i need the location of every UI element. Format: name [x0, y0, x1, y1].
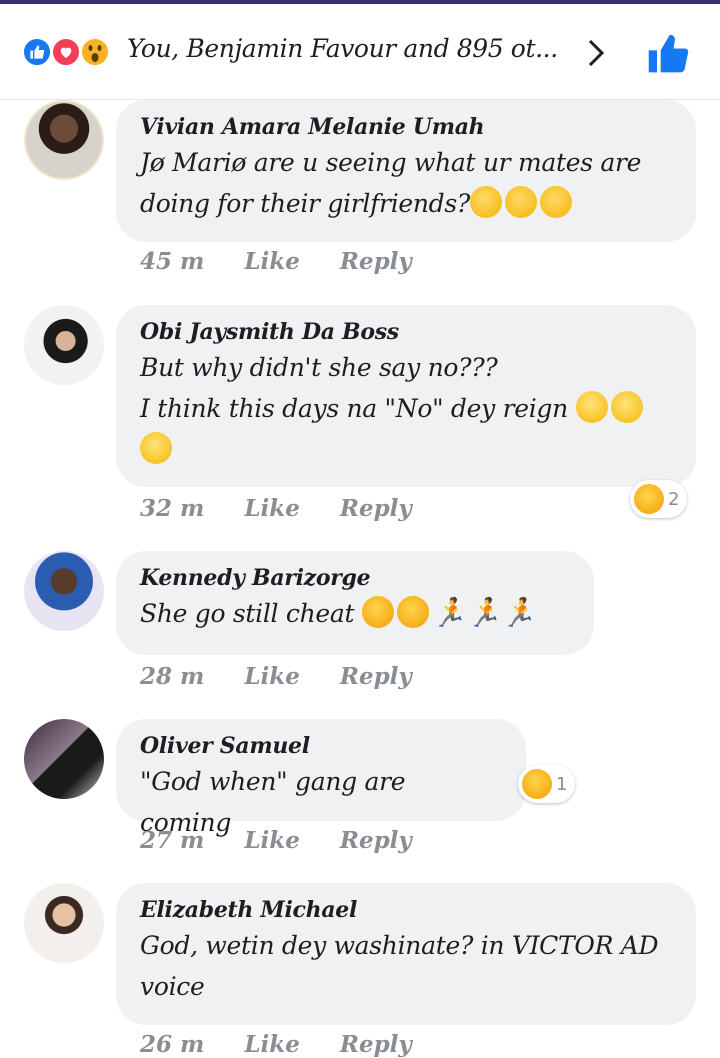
comment-bubble[interactable]: Kennedy Barizorge She go still cheat 🏃🏃🏃	[116, 551, 594, 655]
comment-time: 32 m	[140, 495, 205, 522]
comment-bubble[interactable]: Elizabeth Michael God, wetin dey washina…	[116, 883, 696, 1025]
reply-link[interactable]: Reply	[340, 495, 412, 522]
like-button-icon[interactable]	[646, 32, 690, 76]
reply-link[interactable]: Reply	[340, 827, 412, 854]
comment-text: I think this days na "No" dey reign	[140, 388, 672, 429]
love-icon	[51, 37, 81, 67]
like-link[interactable]: Like	[244, 495, 299, 522]
reply-link[interactable]: Reply	[340, 248, 412, 275]
laughing-face-icon	[634, 484, 664, 514]
grinning-face-icon	[140, 432, 172, 464]
comment-text-line: I think this days na "No" dey reign	[140, 394, 568, 423]
comment-time: 45 m	[140, 248, 205, 275]
comment-time: 27 m	[140, 827, 205, 854]
like-link[interactable]: Like	[244, 248, 299, 275]
reaction-count: 2	[668, 488, 680, 510]
rofl-face-icon	[396, 596, 429, 628]
like-link[interactable]: Like	[244, 1031, 299, 1058]
comment-meta: 45 m Like Reply	[140, 248, 412, 275]
reaction-summary-text[interactable]: You, Benjamin Favour and 895 ot...	[127, 34, 558, 63]
comment-author[interactable]: Elizabeth Michael	[140, 895, 672, 925]
unamused-face-icon	[505, 186, 538, 218]
comment-reaction-badge[interactable]: 2	[630, 480, 688, 518]
comment-text-line: She go still cheat	[140, 599, 355, 628]
reaction-count: 1	[556, 773, 568, 795]
avatar[interactable]	[24, 719, 104, 799]
rofl-face-icon	[361, 596, 394, 628]
unamused-face-icon	[470, 186, 503, 218]
like-link[interactable]: Like	[244, 663, 299, 690]
comment-author[interactable]: Kennedy Barizorge	[140, 563, 570, 593]
comment-text: But why didn't she say no???	[140, 353, 498, 382]
comment-meta: 27 m Like Reply	[140, 827, 412, 854]
avatar[interactable]	[24, 100, 104, 180]
comment-text-line: doing for their girlfriends?	[140, 189, 471, 218]
chevron-right-icon[interactable]	[585, 38, 607, 68]
comment-bubble[interactable]: Oliver Samuel "God when" gang are coming	[116, 719, 526, 837]
comment-text: God, wetin dey washinate? in VICTOR AD	[140, 931, 659, 960]
reactions-header[interactable]: You, Benjamin Favour and 895 ot...	[0, 0, 720, 100]
grinning-face-icon	[610, 391, 643, 423]
comment-reaction-badge[interactable]: 1	[518, 765, 576, 803]
comment-meta: 32 m Like Reply	[140, 495, 412, 522]
comment-author[interactable]: Obi Jaysmith Da Boss	[140, 317, 672, 347]
comment-text-emoji-line	[140, 429, 672, 470]
like-link[interactable]: Like	[244, 827, 299, 854]
comment-author[interactable]: Vivian Amara Melanie Umah	[140, 112, 672, 142]
grinning-face-icon	[575, 391, 608, 423]
avatar[interactable]	[24, 551, 104, 631]
reply-link[interactable]: Reply	[340, 1031, 412, 1058]
comment-time: 26 m	[140, 1031, 205, 1058]
wow-icon	[80, 37, 110, 67]
comment-text: voice	[140, 972, 205, 1001]
avatar[interactable]	[24, 305, 104, 385]
comment-text: She go still cheat 🏃🏃🏃	[140, 593, 570, 634]
comment-meta: 28 m Like Reply	[140, 663, 412, 690]
running-man-icon: 🏃	[431, 596, 467, 629]
running-man-icon: 🏃	[501, 596, 536, 629]
comment-text: doing for their girlfriends?	[140, 183, 672, 224]
unamused-face-icon	[540, 186, 573, 218]
comment-meta: 26 m Like Reply	[140, 1031, 412, 1058]
avatar[interactable]	[24, 883, 104, 963]
comment-author[interactable]: Oliver Samuel	[140, 731, 502, 761]
comment-bubble[interactable]: Obi Jaysmith Da Boss But why didn't she …	[116, 305, 696, 487]
running-man-icon: 🏃	[466, 596, 502, 629]
comment-bubble[interactable]: Vivian Amara Melanie Umah Jø Mariø are u…	[116, 100, 696, 242]
comment-time: 28 m	[140, 663, 205, 690]
like-icon	[22, 37, 52, 67]
reply-link[interactable]: Reply	[340, 663, 412, 690]
laughing-face-icon	[522, 769, 552, 799]
comment-text: Jø Mariø are u seeing what ur mates are	[140, 148, 642, 177]
